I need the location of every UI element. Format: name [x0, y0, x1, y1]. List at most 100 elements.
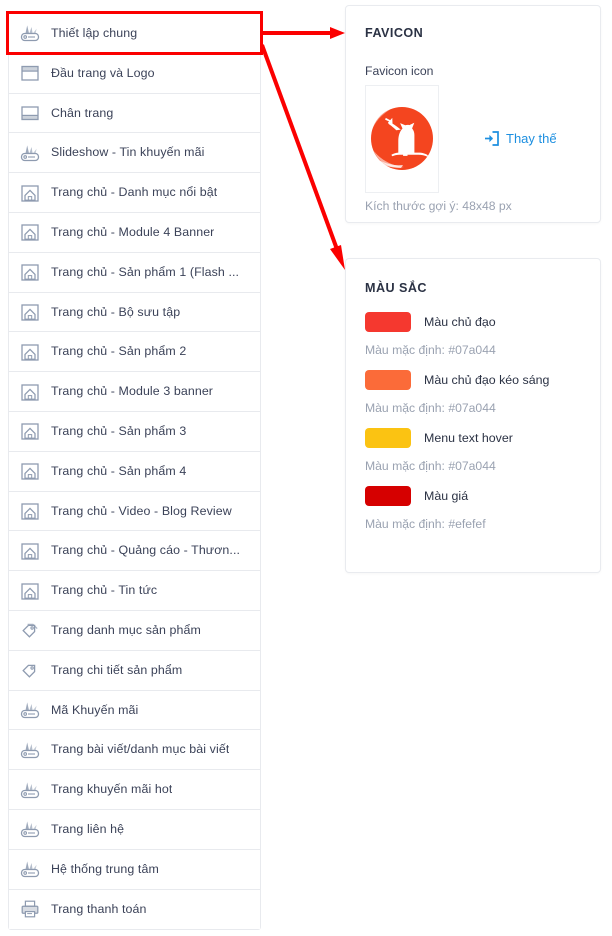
- sidebar-item-5[interactable]: Trang chủ - Danh mục nổi bật: [9, 173, 260, 213]
- sidebar-item-21[interactable]: Trang liên hệ: [9, 809, 260, 850]
- sidebar-item-label: Trang chủ - Video - Blog Review: [51, 503, 232, 518]
- sidebar-item-4[interactable]: Slideshow - Tin khuyến mãi: [9, 133, 260, 174]
- sidebar-item-17[interactable]: Trang chi tiết sản phẩm: [9, 650, 260, 691]
- color-swatch-4[interactable]: [365, 486, 411, 506]
- multitool-icon: [20, 781, 40, 798]
- home-page-icon: [18, 300, 42, 324]
- tags-icon: [22, 624, 38, 639]
- sidebar-item-label: Trang chủ - Sản phẩm 4: [51, 463, 187, 478]
- home-page-icon: [18, 539, 42, 563]
- header-logo-icon: [21, 66, 39, 81]
- sidebar-item-6[interactable]: Trang chủ - Module 4 Banner: [9, 212, 260, 253]
- replace-favicon-button[interactable]: Thay thế: [482, 129, 557, 147]
- sidebar-item-16[interactable]: Trang danh mục sản phẩm: [9, 610, 260, 651]
- printer-icon: [18, 897, 42, 921]
- favicon-size-hint: Kích thước gợi ý: 48x48 px: [365, 199, 512, 213]
- home-page-icon: [21, 383, 39, 401]
- sidebar-item-label: Trang bài viết/danh mục bài viết: [51, 742, 230, 757]
- home-page-icon: [18, 459, 42, 483]
- home-page-icon: [21, 582, 39, 600]
- color-row-3: Menu text hover: [365, 428, 513, 448]
- sidebar-item-18[interactable]: Mã Khuyến mãi: [9, 690, 260, 731]
- tags-icon: [18, 618, 42, 642]
- home-page-icon: [21, 503, 39, 520]
- sidebar-item-9[interactable]: Trang chủ - Sản phẩm 2: [9, 332, 260, 373]
- color-default-note-1: Màu mặc định: #07a044: [365, 343, 496, 357]
- sidebar-item-12[interactable]: Trang chủ - Sản phẩm 4: [9, 451, 260, 492]
- home-page-icon: [21, 224, 39, 242]
- sidebar-item-14[interactable]: Trang chủ - Quảng cáo - Thươn...: [9, 531, 260, 572]
- color-swatch-3[interactable]: [365, 428, 411, 448]
- multitool-icon: [20, 25, 40, 42]
- home-page-icon: [18, 181, 42, 205]
- color-label: Menu text hover: [424, 431, 513, 445]
- sidebar-item-15[interactable]: Trang chủ - Tin tức: [9, 571, 260, 611]
- multitool-icon: [20, 861, 40, 878]
- sidebar-item-label: Trang chủ - Sản phẩm 2: [51, 344, 187, 359]
- multitool-icon: [18, 21, 42, 45]
- multitool-icon: [18, 778, 42, 802]
- multitool-icon: [20, 742, 40, 758]
- sidebar-item-label: Chân trang: [51, 105, 114, 120]
- sidebar-item-22[interactable]: Hệ thống trung tâm: [9, 849, 260, 890]
- color-row-1: Màu chủ đạo: [365, 312, 496, 332]
- sidebar-item-label: Slideshow - Tin khuyến mãi: [51, 145, 205, 160]
- home-page-icon: [21, 264, 39, 281]
- home-page-icon: [21, 543, 39, 560]
- color-swatch-1[interactable]: [365, 312, 411, 332]
- sidebar-item-label: Trang chủ - Danh mục nổi bật: [51, 185, 218, 200]
- sidebar-item-13[interactable]: Trang chủ - Video - Blog Review: [9, 491, 260, 532]
- sidebar-item-label: Trang liên hệ: [51, 821, 125, 836]
- sidebar-item-2[interactable]: Đầu trang và Logo: [9, 53, 260, 94]
- multitool-icon: [18, 698, 42, 722]
- sidebar-item-3[interactable]: Chân trang: [9, 93, 260, 134]
- sidebar-item-1[interactable]: Thiết lập chung: [9, 14, 260, 54]
- footer-icon: [18, 101, 42, 125]
- tag-icon: [18, 658, 42, 682]
- home-page-icon: [18, 220, 42, 244]
- sidebar-item-23[interactable]: Trang thanh toán: [9, 889, 260, 930]
- home-page-icon: [18, 419, 42, 443]
- cat-favicon-icon: [371, 107, 433, 170]
- sidebar-item-label: Trang chi tiết sản phẩm: [51, 662, 183, 677]
- color-label: Màu chủ đạo kéo sáng: [424, 373, 550, 387]
- settings-sidebar: Thiết lập chung Đầu trang và Logo Chân t…: [8, 13, 261, 931]
- home-page-icon: [21, 423, 39, 441]
- sidebar-item-20[interactable]: Trang khuyến mãi hot: [9, 770, 260, 810]
- sidebar-item-label: Trang danh mục sản phẩm: [51, 622, 201, 637]
- replace-favicon-label: Thay thế: [506, 130, 557, 146]
- color-label: Màu chủ đạo: [424, 315, 496, 329]
- home-page-icon: [21, 184, 39, 202]
- multitool-icon: [20, 145, 40, 161]
- sidebar-item-label: Trang chủ - Quảng cáo - Thươn...: [51, 543, 241, 558]
- colors-card: MÀU SẮC Màu chủ đạo Màu mặc định: #07a044…: [345, 258, 601, 573]
- favicon-field-label: Favicon icon: [365, 64, 434, 78]
- sidebar-item-label: Hệ thống trung tâm: [51, 861, 159, 876]
- color-default-note-4: Màu mặc định: #efefef: [365, 517, 486, 531]
- header-logo-icon: [18, 61, 42, 85]
- sidebar-item-10[interactable]: Trang chủ - Module 3 banner: [9, 372, 260, 412]
- sidebar-item-label: Trang chủ - Sản phẩm 1 (Flash ...: [51, 264, 240, 279]
- arrow-to-favicon-card: [262, 27, 345, 39]
- colors-card-title: MÀU SẮC: [365, 281, 427, 295]
- color-row-2: Màu chủ đạo kéo sáng: [365, 370, 549, 390]
- home-page-icon: [21, 344, 39, 361]
- multitool-icon: [18, 857, 42, 881]
- sidebar-item-label: Thiết lập chung: [51, 25, 138, 40]
- tag-icon: [22, 664, 36, 678]
- sidebar-item-7[interactable]: Trang chủ - Sản phẩm 1 (Flash ...: [9, 252, 260, 293]
- color-swatch-2[interactable]: [365, 370, 411, 390]
- color-label: Màu giá: [424, 489, 469, 503]
- favicon-preview[interactable]: [365, 85, 439, 193]
- home-page-icon: [18, 499, 42, 523]
- color-row-4: Màu giá: [365, 486, 468, 506]
- sidebar-item-11[interactable]: Trang chủ - Sản phẩm 3: [9, 411, 260, 452]
- sidebar-item-8[interactable]: Trang chủ - Bộ sưu tập: [9, 292, 260, 333]
- home-page-icon: [18, 579, 42, 603]
- sidebar-item-19[interactable]: Trang bài viết/danh mục bài viết: [9, 730, 260, 771]
- home-page-icon: [18, 380, 42, 404]
- multitool-icon: [18, 141, 42, 165]
- color-default-note-3: Màu mặc định: #07a044: [365, 459, 496, 473]
- multitool-icon: [20, 821, 40, 838]
- home-page-icon: [21, 463, 39, 480]
